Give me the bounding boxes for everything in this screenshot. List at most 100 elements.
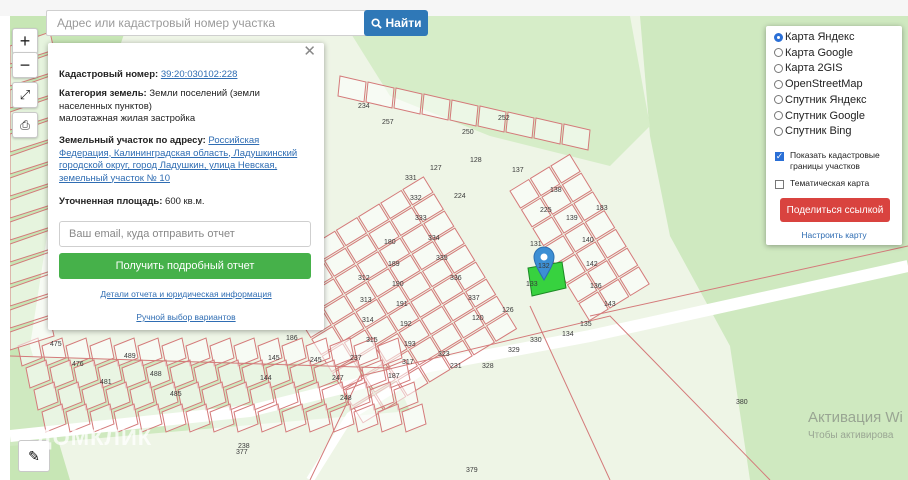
thematic-map-checkbox[interactable]: Тематическая карта [775,178,869,189]
configure-map-link[interactable]: Настроить карту [801,230,866,240]
layer-option-label: Спутник Bing [785,125,852,138]
parcel-label: 180 [384,239,396,246]
zoom-in-button[interactable]: + [12,28,38,54]
parcel-label: 142 [586,261,598,268]
manual-selection-link[interactable]: Ручной выбор вариантов [136,312,235,322]
parcel-label: 145 [268,355,280,362]
parcel-label: 379 [466,467,478,474]
parcel-label: 337 [468,295,480,302]
parcel-label: 234 [358,103,370,110]
layer-option[interactable]: Спутник Bing [774,124,852,138]
report-details-link[interactable]: Детали отчета и юридическая информация [100,289,271,299]
parcel-label: 126 [502,307,514,314]
show-borders-checkbox[interactable]: ✓ Показать кадастровые границы участков [775,150,890,172]
layer-option-label: Карта Яндекс [785,31,855,43]
parcel-label: 127 [430,165,442,172]
share-link-button[interactable]: Поделиться ссылкой [780,198,890,222]
parcel-label: 136 [590,283,602,290]
parcel-label: 328 [482,363,494,370]
checkmark-icon[interactable]: ✓ [775,151,784,161]
parcel-label: 120 [472,315,484,322]
close-icon[interactable]: ✕ [303,44,316,58]
parcel-label: 132 [538,263,550,270]
search-input[interactable] [46,10,368,36]
parcel-label: 189 [388,261,400,268]
parcel-label: 332 [410,195,422,202]
radio-icon[interactable] [774,79,783,89]
parcel-label: 488 [150,371,162,378]
zoom-out-button[interactable]: − [12,52,38,78]
get-report-button[interactable]: Получить подробный отчет [59,253,311,279]
parcel-label: 193 [404,341,416,348]
layer-option-label: Спутник Google [785,109,865,122]
radio-icon[interactable] [774,111,783,120]
parcel-label: 475 [50,341,62,348]
layer-option-label: Карта Google [785,46,853,59]
os-activation-title: Активация Wi [808,409,903,426]
parcel-label: 250 [462,129,474,136]
layer-option[interactable]: Спутник Яндекс [774,93,867,107]
radio-icon[interactable] [774,63,783,73]
parcel-label: 131 [530,241,542,248]
parcel-label: 137 [512,167,524,174]
watermark-logo: ДОМКЛИК [36,425,153,450]
layers-panel: Карта Яндекс Карта Google Карта 2GIS OpenSt… [766,26,902,245]
parcel-label: 336 [450,275,462,282]
parcel-label: 377 [236,449,248,456]
parcel-label: 187 [388,373,400,380]
radio-icon[interactable] [774,32,783,42]
layer-option[interactable]: Карта Яндекс [774,30,854,44]
parcel-label: 245 [310,357,322,364]
cadastral-row: Кадастровый номер: 39:20:030102:228 [59,69,309,82]
radio-icon[interactable] [774,48,783,58]
parcel-label: 476 [72,361,84,368]
parcel-label: 225 [540,207,552,214]
email-field[interactable] [59,221,311,247]
parcel-label: 143 [604,301,616,308]
cadastral-number-link[interactable]: 39:20:030102:228 [161,69,238,80]
parcel-label: 489 [124,353,136,360]
parcel-label: 133 [526,281,538,288]
radio-icon[interactable] [774,95,783,105]
checkbox-icon[interactable] [775,180,784,189]
parcel-label: 186 [286,335,298,342]
parcel-label: 139 [566,215,578,222]
address-row: Земельный участок по адресу: Российская … [59,135,298,184]
find-button[interactable]: Найти [364,10,428,36]
parcel-label: 248 [340,395,352,402]
parcel-label: 335 [436,255,448,262]
layer-option[interactable]: Спутник Google [774,109,865,123]
layer-option[interactable]: Карта 2GIS [774,61,843,75]
fullscreen-icon[interactable]: ⤢ [12,82,38,108]
layer-option-label: Спутник Яндекс [785,93,867,106]
parcel-label: 333 [415,215,427,222]
layer-option[interactable]: OpenStreetMap [774,77,863,91]
parcel-label: 334 [428,235,440,242]
os-activation-subtitle: Чтобы активирова [808,430,894,441]
category-row: Категория земель: Земли поселений (земли… [59,88,260,124]
parcel-label: 191 [396,301,408,308]
parcel-label: 192 [400,321,412,328]
print-icon[interactable]: ⎙ [12,112,38,138]
parcel-label: 247 [332,375,344,382]
parcel-label: 317 [402,359,414,366]
parcel-label: 314 [362,317,374,324]
area-row: Уточненная площадь: 600 кв.м. [59,196,205,207]
radio-icon[interactable] [774,126,783,136]
layer-option[interactable]: Карта Google [774,46,853,60]
cadastral-label: Кадастровый номер: [59,69,159,80]
parcel-label: 138 [550,187,562,194]
parcel-label: 135 [580,321,592,328]
parcel-label: 134 [562,331,574,338]
parcel-label: 481 [100,379,112,386]
parcel-label: 329 [508,347,520,354]
parcel-label: 144 [260,375,272,382]
parcel-label: 485 [170,391,182,398]
layer-option-label: Карта 2GIS [785,62,843,75]
parcel-label: 257 [382,119,394,126]
layer-option-label: OpenStreetMap [785,78,863,91]
parcel-label: 140 [582,237,594,244]
area-value: 600 кв.м. [165,196,205,207]
parcel-label: 183 [596,205,608,212]
parcel-label: 312 [358,275,370,282]
